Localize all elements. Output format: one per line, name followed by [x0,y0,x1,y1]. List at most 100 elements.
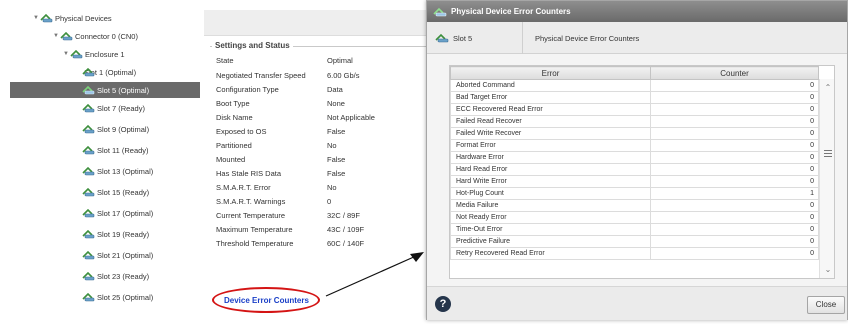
error-name: ECC Recovered Read Error [450,103,651,116]
tree-node-physical-devices[interactable]: ▼ Physical Devices [32,10,112,26]
error-name: Bad Target Error [450,91,651,104]
error-count: 0 [650,139,819,152]
expand-icon[interactable]: ▼ [52,33,60,39]
setting-key: S.M.A.R.T. Error [216,183,271,192]
slot-label: Slot 5 (Optimal) [97,85,150,95]
error-name: Hard Read Error [450,163,651,176]
setting-key: Partitioned [216,141,252,150]
slot-label: Slot 7 (Ready) [97,103,145,113]
table-row[interactable]: Hardware Error 0 [450,151,819,164]
table-row[interactable]: Time-Out Error 0 [450,223,819,236]
table-header-row: Error Counter [450,66,819,80]
error-name: Aborted Command [450,79,651,92]
tree-node-slot[interactable]: Slot 15 (Ready) [82,184,149,200]
disk-icon [82,166,95,176]
disk-icon [82,292,95,302]
table-row[interactable]: Retry Recovered Read Error 0 [450,247,819,260]
scroll-down-icon[interactable]: ⌄ [823,265,833,275]
dialog-titlebar[interactable]: Physical Device Error Counters [427,1,847,22]
table-row[interactable]: Not Ready Error 0 [450,211,819,224]
error-counters-dialog: Physical Device Error Counters Slot 5 Ph… [426,0,848,320]
table-row[interactable]: Hard Write Error 0 [450,175,819,188]
error-name: Hot-Plug Count [450,187,651,200]
setting-value: 0 [327,197,332,206]
table-row[interactable]: Aborted Command 0 [450,79,819,92]
tree-node-slot[interactable]: Slot 25 (Optimal) [82,289,153,305]
error-name: Predictive Failure [450,235,651,248]
table-row[interactable]: Format Error 0 [450,139,819,152]
slot-label: Slot 15 (Ready) [97,187,150,197]
error-count: 0 [650,79,819,92]
table-row[interactable]: Hard Read Error 0 [450,163,819,176]
column-header-error[interactable]: Error [450,66,651,80]
setting-value: No [327,183,337,192]
tree-node-slot-selected[interactable]: Slot 5 (Optimal) [10,82,200,98]
slot-label: Slot 9 (Optimal) [97,124,150,134]
slot-tab[interactable]: Slot 5 [427,22,523,54]
tree-node-slot[interactable]: Slot 23 (Ready) [82,268,149,284]
tree-node-slot[interactable]: Slot 19 (Ready) [82,226,149,242]
tree-node-connector[interactable]: ▼ Connector 0 (CN0) [52,28,138,44]
setting-value: 32C / 89F [327,211,360,220]
slot-label: Slot 23 (Ready) [97,271,150,281]
error-count: 0 [650,211,819,224]
setting-key: Configuration Type [216,85,279,94]
error-name: Hard Write Error [450,175,651,188]
disk-icon [82,85,95,95]
setting-row: Current Temperature 32C / 89F [216,211,416,222]
disk-icon [82,250,95,260]
error-count: 0 [650,151,819,164]
physical-device-icon [433,7,447,17]
error-name: Format Error [450,139,651,152]
setting-row: Configuration Type Data [216,85,416,96]
error-count: 0 [650,199,819,212]
arrow-line [325,255,417,297]
vertical-scrollbar[interactable]: ⌃ ⌄ [819,79,834,278]
error-count: 0 [650,247,819,260]
scroll-up-icon[interactable]: ⌃ [823,83,833,93]
table-row[interactable]: Bad Target Error 0 [450,91,819,104]
setting-key: Maximum Temperature [216,225,293,234]
error-name: Failed Write Recover [450,127,651,140]
setting-value: No [327,141,337,150]
setting-row: Has Stale RIS Data False [216,169,416,180]
table-row[interactable]: Media Failure 0 [450,199,819,212]
table-row[interactable]: Predictive Failure 0 [450,235,819,248]
expand-icon[interactable]: ▼ [62,51,70,57]
tree-node-slot[interactable]: Slot 13 (Optimal) [82,163,153,179]
disk-icon [82,145,95,155]
error-count: 0 [650,235,819,248]
table-row[interactable]: Hot-Plug Count 1 [450,187,819,200]
close-button[interactable]: Close [807,296,845,314]
error-name: Failed Read Recover [450,115,651,128]
setting-value: Optimal [327,56,353,65]
error-count: 0 [650,115,819,128]
setting-key: State [216,56,234,65]
tree-node-slot[interactable]: Slot 11 (Ready) [82,142,149,158]
tree-node-slot[interactable]: Slot 21 (Optimal) [82,247,153,263]
setting-row: Boot Type None [216,99,416,110]
tree-node-slot[interactable]: Slot 17 (Optimal) [82,205,153,221]
annotation-arrow [325,252,424,297]
tree-node-slot[interactable]: Slot 9 (Optimal) [82,121,149,137]
column-header-counter[interactable]: Counter [650,66,819,80]
table-row[interactable]: Failed Write Recover 0 [450,127,819,140]
tree-node-enclosure[interactable]: ▼ Enclosure 1 [62,46,125,62]
setting-row: Maximum Temperature 43C / 109F [216,225,416,236]
slot-label: Slot 11 (Ready) [97,145,149,155]
physical-devices-icon [40,13,53,23]
table-row[interactable]: ECC Recovered Read Error 0 [450,103,819,116]
scroll-thumb-grip-icon[interactable] [824,150,832,157]
expand-icon[interactable]: ▼ [32,15,40,21]
table-row[interactable]: Failed Read Recover 0 [450,115,819,128]
setting-key: Exposed to OS [216,127,267,136]
setting-key: Has Stale RIS Data [216,169,282,178]
dialog-section-heading: Physical Device Error Counters [535,33,640,43]
disk-icon [82,124,95,134]
setting-value: 43C / 109F [327,225,365,234]
setting-row: S.M.A.R.T. Warnings 0 [216,197,416,208]
error-count: 0 [650,223,819,236]
tree-node-slot[interactable]: Slot 7 (Ready) [82,100,145,116]
help-icon[interactable]: ? [435,296,451,312]
settings-legend: Settings and Status [212,41,293,50]
